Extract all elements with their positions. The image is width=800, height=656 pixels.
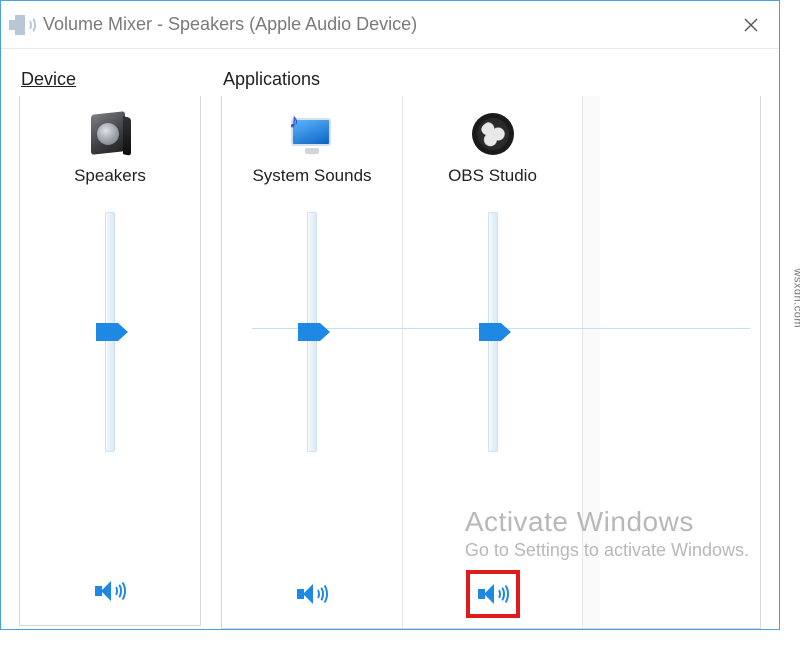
sound-on-icon — [478, 582, 508, 606]
sound-on-icon — [297, 582, 327, 606]
horizontal-scroll-region[interactable] — [582, 96, 600, 628]
applications-section-label: Applications — [221, 69, 761, 90]
volume-mixer-window: Volume Mixer - Speakers (Apple Audio Dev… — [0, 0, 780, 630]
mute-button-speakers[interactable] — [89, 573, 131, 609]
speaker-device-icon[interactable] — [84, 108, 136, 160]
device-name[interactable]: Speakers — [74, 166, 146, 186]
app-name-obs-studio[interactable]: OBS Studio — [448, 166, 537, 186]
app-column-system-sounds: ♪ System Sounds — [222, 96, 402, 628]
device-column-speakers: Speakers — [20, 96, 200, 625]
image-credit: wsxdn.com — [792, 268, 800, 328]
app-volume-icon — [9, 11, 37, 39]
device-section-label: Device — [19, 69, 201, 90]
sound-on-icon — [95, 579, 125, 603]
mute-button-system-sounds[interactable] — [291, 576, 333, 612]
volume-slider-obs-studio[interactable] — [488, 212, 498, 452]
device-section: Device Speakers — [19, 69, 201, 629]
volume-slider-system-sounds[interactable] — [307, 212, 317, 452]
mute-button-obs-studio[interactable] — [472, 576, 514, 612]
volume-slider-speakers[interactable] — [105, 212, 115, 452]
app-name-system-sounds[interactable]: System Sounds — [252, 166, 371, 186]
titlebar: Volume Mixer - Speakers (Apple Audio Dev… — [1, 1, 779, 49]
content-area: Device Speakers — [1, 49, 779, 629]
applications-section: Applications ♪ System Sounds — [221, 69, 761, 629]
system-sounds-icon[interactable]: ♪ — [286, 108, 338, 160]
obs-studio-icon[interactable] — [467, 108, 519, 160]
app-column-obs-studio: OBS Studio — [402, 96, 582, 628]
window-title: Volume Mixer - Speakers (Apple Audio Dev… — [43, 14, 417, 35]
close-button[interactable] — [731, 5, 771, 45]
close-icon — [744, 18, 758, 32]
